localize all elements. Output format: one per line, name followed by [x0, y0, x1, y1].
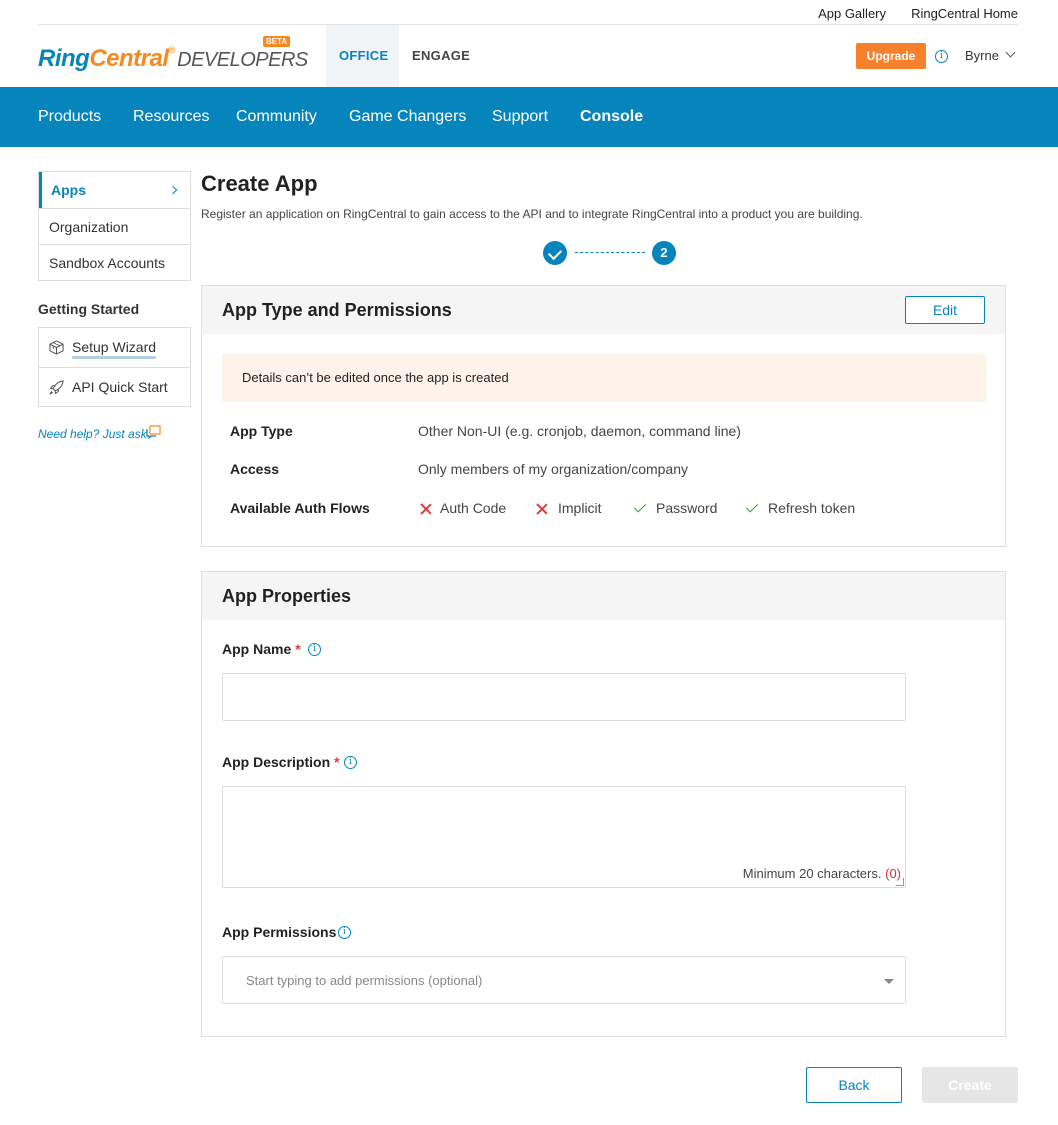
beta-badge: BETA [263, 36, 291, 47]
nav-products[interactable]: Products [38, 108, 101, 126]
flow-refresh-token: Refresh token [768, 500, 856, 516]
setup-wizard-label: Setup Wizard [72, 339, 157, 355]
main-nav: Products Resources Community Game Change… [0, 87, 1058, 147]
nav-console[interactable]: Console [580, 108, 643, 126]
sidebar-menu: Apps Organization Sandbox Accounts [38, 171, 191, 281]
setup-wizard-underline [72, 356, 156, 359]
top-links-bar: App Gallery RingCentral Home [38, 0, 1018, 25]
logo-central-text: Central [89, 45, 169, 72]
app-permissions-info-icon[interactable]: i [338, 926, 351, 939]
app-properties-card: App Properties App Name * i App Descripti… [201, 571, 1006, 1037]
getting-started-menu: Setup Wizard API Quick Start [38, 327, 191, 407]
rocket-icon [49, 380, 64, 395]
app-permissions-select[interactable]: Start typing to add permissions (optiona… [222, 956, 906, 1004]
refresh-token-check-icon [745, 500, 759, 513]
user-menu[interactable]: Byrne [965, 48, 999, 63]
info-icon[interactable]: i [935, 50, 948, 63]
main-content: Create App Register an application on Ri… [201, 171, 1006, 1037]
nav-support[interactable]: Support [492, 108, 548, 126]
getting-started-heading: Getting Started [38, 301, 140, 317]
header: RingCentral® DEVELOPERS BETA OFFICE ENGAG… [0, 25, 1058, 87]
app-name-label: App Name * [222, 641, 301, 657]
resize-handle[interactable] [896, 878, 904, 886]
help-link-text: Need help? Just ask [38, 427, 147, 441]
ringcentral-developers-logo[interactable]: RingCentral® DEVELOPERS [38, 45, 308, 73]
flow-auth-code: Auth Code [440, 500, 507, 516]
app-type-key: App Type [230, 423, 293, 439]
app-type-card-header: App Type and Permissions Edit [202, 286, 1005, 334]
step-complete-check-icon [543, 241, 567, 265]
chat-icon [146, 425, 161, 439]
nav-resources[interactable]: Resources [133, 108, 209, 126]
api-quick-start-label: API Quick Start [72, 379, 168, 395]
app-name-input[interactable] [222, 673, 906, 721]
logo-registered-mark: ® [168, 45, 176, 55]
ringcentral-home-link[interactable]: RingCentral Home [911, 6, 1018, 21]
required-asterisk: * [295, 641, 301, 657]
edit-warning-notice: Details can’t be edited once the app is … [222, 354, 986, 402]
sidebar-item-apps[interactable]: Apps [39, 172, 190, 208]
description-char-hint: Minimum 20 characters. (0) [743, 866, 901, 881]
app-name-info-icon[interactable]: i [308, 643, 321, 656]
logo-developers-text: DEVELOPERS [177, 49, 308, 71]
app-properties-title: App Properties [222, 586, 352, 606]
tab-office[interactable]: OFFICE [326, 25, 399, 87]
back-button[interactable]: Back [806, 1067, 902, 1103]
app-description-label: App Description * [222, 754, 340, 770]
create-button[interactable]: Create [922, 1067, 1018, 1103]
step-indicator: 2 [543, 241, 677, 265]
chevron-down-icon[interactable] [1005, 47, 1016, 58]
step-connector [575, 252, 645, 253]
chevron-right-icon [168, 185, 178, 195]
auth-flows-key: Available Auth Flows [230, 500, 370, 516]
description-hint-text: Minimum 20 characters. [742, 866, 882, 881]
app-name-label-text: App Name [222, 641, 292, 657]
sidebar-item-label: Apps [51, 182, 86, 198]
app-properties-card-header: App Properties [202, 572, 1005, 620]
permissions-placeholder: Start typing to add permissions (optiona… [246, 973, 483, 988]
app-description-textarea[interactable]: Minimum 20 characters. (0) [222, 786, 906, 888]
password-check-icon [633, 500, 647, 513]
caret-down-icon[interactable] [884, 979, 894, 984]
access-value: Only members of my organization/company [418, 461, 688, 477]
cube-icon [49, 340, 64, 355]
sidebar-item-organization[interactable]: Organization [39, 208, 190, 244]
page-title: Create App [201, 171, 318, 196]
implicit-x-icon [536, 503, 548, 515]
app-type-value: Other Non-UI (e.g. cronjob, daemon, comm… [418, 423, 741, 439]
sidebar: Apps Organization Sandbox Accounts Getti… [38, 171, 191, 441]
nav-game-changers[interactable]: Game Changers [349, 108, 466, 126]
page-subtitle: Register an application on RingCentral t… [201, 207, 863, 221]
required-asterisk: * [334, 754, 340, 770]
edit-button[interactable]: Edit [905, 296, 985, 324]
auth-code-x-icon [420, 503, 432, 515]
sidebar-item-sandbox-accounts[interactable]: Sandbox Accounts [39, 244, 190, 280]
setup-wizard-link[interactable]: Setup Wizard [39, 328, 190, 367]
flow-implicit: Implicit [558, 500, 602, 516]
step-current: 2 [652, 241, 676, 265]
flow-password: Password [656, 500, 718, 516]
app-permissions-label: App Permissions [222, 924, 337, 940]
api-quick-start-link[interactable]: API Quick Start [39, 367, 190, 406]
nav-community[interactable]: Community [236, 108, 317, 126]
app-type-card: App Type and Permissions Edit Details ca… [201, 285, 1006, 547]
tab-engage[interactable]: ENGAGE [399, 25, 483, 87]
logo-ring-text: Ring [38, 45, 90, 72]
app-description-label-text: App Description [222, 754, 331, 770]
access-key: Access [230, 461, 280, 477]
help-link[interactable]: Need help? Just ask [38, 425, 191, 441]
app-type-title: App Type and Permissions [222, 300, 452, 320]
upgrade-button[interactable]: Upgrade [856, 43, 926, 69]
app-description-info-icon[interactable]: i [344, 756, 357, 769]
app-gallery-link[interactable]: App Gallery [818, 6, 886, 21]
